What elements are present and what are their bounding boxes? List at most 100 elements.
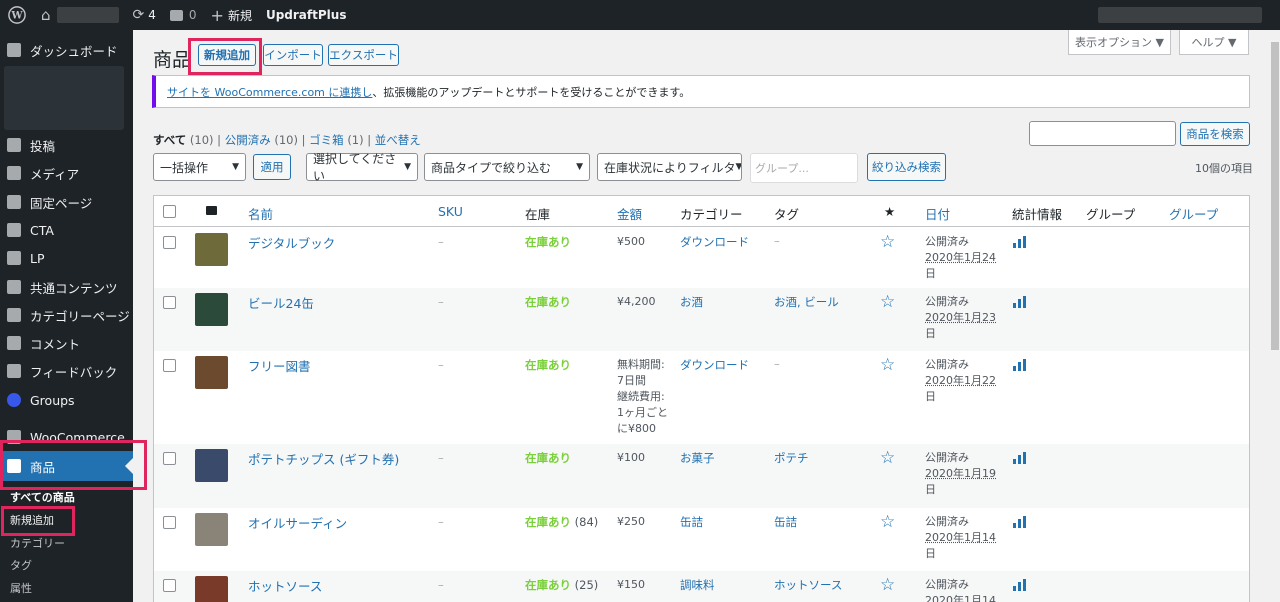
updraftplus-link[interactable]: UpdraftPlus (259, 0, 354, 30)
select-all-checkbox[interactable] (163, 205, 176, 218)
tag-link[interactable]: お酒, ビール (774, 294, 839, 310)
sidebar-item-lp[interactable]: LP (0, 244, 133, 272)
admin-sidebar: ダッシュボード 投稿 メディア 固定ページ CTA LP 共通コンテンツ カテゴ… (0, 30, 133, 602)
publish-date: 公開済み 2020年1月14 日 (925, 514, 996, 562)
featured-star-icon[interactable]: ☆ (880, 232, 895, 252)
product-type-filter-select[interactable]: 商品タイプで絞り込む ▼ (424, 153, 590, 181)
price-line: 継続費用: (617, 390, 665, 403)
import-button[interactable]: インポート (263, 44, 323, 66)
stats-bar-chart-icon[interactable] (1013, 359, 1026, 371)
wordpress-logo-icon[interactable]: W (0, 0, 34, 30)
featured-star-icon[interactable]: ☆ (880, 292, 895, 312)
stats-bar-chart-icon[interactable] (1013, 579, 1026, 591)
connect-woocommerce-link[interactable]: サイトを WooCommerce.com に連携し (167, 84, 372, 100)
product-thumbnail[interactable] (195, 356, 228, 389)
category-filter-select[interactable]: 選択してください ▼ (306, 152, 418, 183)
sidebar-item-feedback[interactable]: フィードバック (0, 357, 133, 385)
featured-star-icon[interactable]: ☆ (880, 355, 895, 375)
updates-link[interactable]: ⟳ 4 (126, 0, 163, 30)
export-button[interactable]: エクスポート (328, 44, 399, 66)
row-checkbox[interactable] (163, 359, 176, 372)
submenu-attributes[interactable]: 属性 (0, 577, 133, 599)
site-name[interactable]: ⌂ (34, 0, 126, 30)
submenu-all-products[interactable]: すべての商品 (0, 486, 133, 508)
publish-status: 公開済み (925, 578, 969, 591)
row-checkbox[interactable] (163, 579, 176, 592)
category-link[interactable]: ダウンロード (680, 357, 749, 373)
sidebar-item-products[interactable]: 商品 (0, 451, 133, 481)
sidebar-item-category-pages[interactable]: カテゴリーページ (0, 301, 133, 329)
product-thumbnail[interactable] (195, 293, 228, 326)
screen-options-tab[interactable]: 表示オプション ▼ (1068, 30, 1171, 55)
category-link[interactable]: ダウンロード (680, 234, 749, 250)
submenu-tags[interactable]: タグ (0, 554, 133, 576)
column-sku[interactable]: SKU (438, 204, 463, 219)
product-thumbnail[interactable] (195, 513, 228, 546)
sort-link[interactable]: 並べ替え (375, 133, 421, 147)
folder-icon (7, 280, 21, 294)
new-content-link[interactable]: + 新規 (204, 0, 259, 30)
submenu-categories[interactable]: カテゴリー (0, 532, 133, 554)
table-row: フリー図書 – 在庫あり 無料期間: 7日間 継続費用: 1ヶ月ごと に¥800 ダウンロード… (154, 351, 1249, 444)
featured-star-icon[interactable]: ☆ (880, 448, 895, 468)
sidebar-item-dashboard[interactable]: ダッシュボード (0, 36, 133, 64)
column-price[interactable]: 金額 (617, 204, 642, 223)
sidebar-item-woocommerce[interactable]: WooCommerce (0, 423, 133, 451)
product-name-link[interactable]: フリー図書 (248, 356, 311, 375)
user-account-redacted[interactable] (1098, 7, 1262, 23)
scrollbar-thumb[interactable] (1271, 42, 1279, 350)
row-checkbox[interactable] (163, 236, 176, 249)
tag-link[interactable]: ポテチ (774, 450, 809, 466)
bulk-action-select[interactable]: 一括操作 ▼ (153, 153, 246, 181)
sidebar-item-common-content[interactable]: 共通コンテンツ (0, 273, 133, 301)
featured-star-icon[interactable]: ★ (884, 204, 895, 219)
filter-button[interactable]: 絞り込み検索 (867, 153, 946, 181)
tag-link[interactable]: 缶詰 (774, 514, 797, 530)
group-filter-input[interactable]: グループ... (750, 153, 858, 183)
product-thumbnail[interactable] (195, 449, 228, 482)
sidebar-item-posts[interactable]: 投稿 (0, 131, 133, 159)
tag-link[interactable]: ホットソース (774, 577, 842, 593)
filter-trash[interactable]: ゴミ箱 (309, 133, 344, 147)
category-link[interactable]: お菓子 (680, 450, 715, 466)
category-link[interactable]: 缶詰 (680, 514, 703, 530)
product-name-link[interactable]: ホットソース (248, 576, 322, 595)
apply-button[interactable]: 適用 (253, 154, 291, 180)
stats-bar-chart-icon[interactable] (1013, 452, 1026, 464)
search-products-button[interactable]: 商品を検索 (1180, 122, 1250, 146)
sidebar-item-pages[interactable]: 固定ページ (0, 188, 133, 216)
featured-star-icon[interactable]: ☆ (880, 512, 895, 532)
stats-bar-chart-icon[interactable] (1013, 236, 1026, 248)
product-name-link[interactable]: ビール24缶 (248, 293, 314, 312)
product-thumbnail[interactable] (195, 576, 228, 602)
product-name-link[interactable]: デジタルブック (248, 233, 335, 252)
row-checkbox[interactable] (163, 516, 176, 529)
column-stats: 統計情報 (1012, 207, 1063, 222)
stock-status-filter-select[interactable]: 在庫状況によりフィルタ ▼ (597, 153, 742, 181)
column-date[interactable]: 日付 (925, 204, 950, 223)
row-checkbox[interactable] (163, 296, 176, 309)
filter-published[interactable]: 公開済み (225, 133, 271, 147)
product-search-input[interactable] (1029, 121, 1176, 146)
row-checkbox[interactable] (163, 452, 176, 465)
submenu-add-new[interactable]: 新規追加 (0, 509, 133, 531)
scrollbar[interactable] (1270, 30, 1280, 602)
product-name-link[interactable]: ポテトチップス (ギフト券) (248, 449, 399, 468)
product-thumbnail[interactable] (195, 233, 228, 266)
filter-all[interactable]: すべて (10) (153, 133, 214, 147)
featured-star-icon[interactable]: ☆ (880, 575, 895, 595)
column-group-sortable[interactable]: グループ (1169, 204, 1218, 223)
help-tab[interactable]: ヘルプ ▼ (1179, 30, 1249, 55)
stats-bar-chart-icon[interactable] (1013, 296, 1026, 308)
sidebar-item-cta[interactable]: CTA (0, 216, 133, 244)
comments-link[interactable]: 0 (163, 0, 204, 30)
sidebar-item-groups[interactable]: Groups (0, 386, 133, 414)
add-new-button[interactable]: 新規追加 (198, 44, 256, 66)
category-link[interactable]: 調味料 (680, 577, 715, 593)
stats-bar-chart-icon[interactable] (1013, 516, 1026, 528)
sidebar-item-comments[interactable]: コメント (0, 329, 133, 357)
sidebar-item-media[interactable]: メディア (0, 159, 133, 187)
product-name-link[interactable]: オイルサーディン (248, 513, 347, 532)
column-name[interactable]: 名前 (248, 204, 273, 223)
category-link[interactable]: お酒 (680, 294, 703, 310)
